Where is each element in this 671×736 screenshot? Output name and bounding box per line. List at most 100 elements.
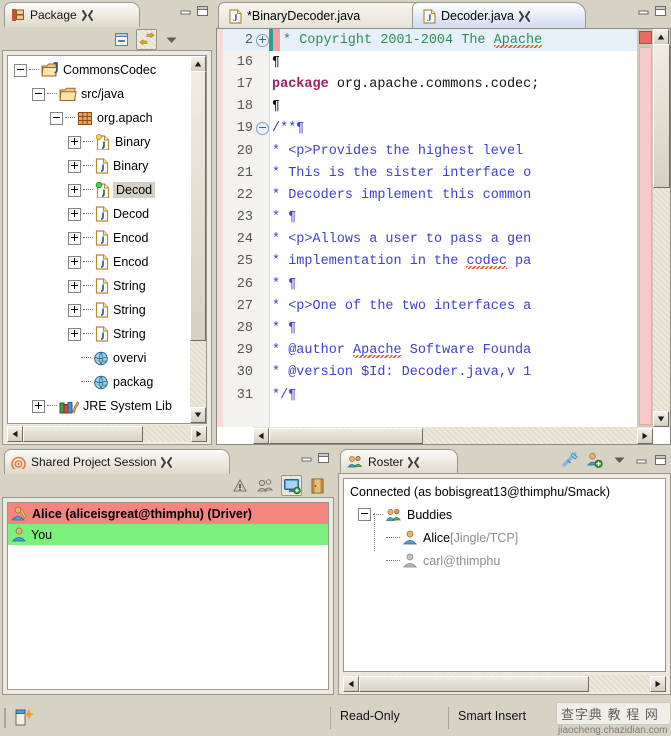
tree-item[interactable]: src/java [8,82,206,106]
tree-item[interactable]: packag [8,370,206,394]
tree-item[interactable]: String [8,274,206,298]
code-line[interactable]: 18 ¶ [223,96,637,118]
tab-shared-project-session[interactable]: Shared Project Session [4,449,230,474]
scroll-up-arrow[interactable] [190,56,206,72]
inconsistency-button[interactable] [229,475,250,496]
code-line[interactable]: 27 * <p>One of the two interfaces a [223,295,637,317]
roster-tree[interactable]: Connected (as bobisgreat13@thimphu/Smack… [343,478,666,672]
package-tree-vscrollbar[interactable] [190,56,206,423]
editor-tab-decoder[interactable]: J Decoder.java [412,2,586,29]
scroll-right-arrow[interactable] [637,428,653,444]
expand-icon[interactable] [68,327,81,341]
tree-item[interactable]: JRE System Lib [8,394,206,418]
participant-row[interactable]: You [8,524,328,545]
view-menu-button[interactable] [161,29,182,50]
collapse-icon[interactable] [14,63,27,77]
collapse-icon[interactable] [50,111,63,125]
code-line[interactable]: 23 * ¶ [223,207,637,229]
tree-item[interactable]: Binary [8,130,206,154]
expand-icon[interactable] [32,399,45,413]
add-user-button[interactable] [584,449,605,470]
expand-icon[interactable] [68,255,81,269]
minimize-button[interactable] [299,451,314,465]
editor-vscrollbar[interactable] [653,29,670,427]
leave-session-button[interactable] [307,475,328,496]
code-line[interactable]: 31 */¶ [223,384,637,406]
code-line[interactable]: 26 * ¶ [223,273,637,295]
scroll-left-arrow[interactable] [343,676,359,692]
tree-item[interactable]: Encod [8,250,206,274]
connect-button[interactable] [559,449,580,470]
expand-icon[interactable] [68,183,81,197]
package-tree-hscrollbar[interactable] [7,425,207,442]
tab-package-explorer[interactable]: Package [4,2,140,27]
expand-icon[interactable] [68,279,81,293]
expand-icon[interactable] [68,159,81,173]
scroll-up-arrow[interactable] [653,29,669,45]
link-with-editor-toggle[interactable] [136,29,157,50]
roster-item[interactable]: carl@thimphu [344,549,665,572]
code-line[interactable]: 2 * Copyright 2001-2004 The Apache [223,29,637,52]
error-marker[interactable] [639,31,652,44]
tree-item[interactable]: org.apach [8,106,206,130]
code-line[interactable]: 30 * @version $Id: Decoder.java,v 1 [223,362,637,384]
code-line[interactable]: 21 * This is the sister interface o [223,162,637,184]
collapse-icon[interactable] [32,87,45,101]
tree-item[interactable]: String [8,322,206,346]
hscroll-thumb[interactable] [359,676,589,692]
tree-item[interactable]: Binary [8,154,206,178]
minimize-button[interactable] [178,4,193,18]
scroll-left-arrow[interactable] [253,428,269,444]
code-line[interactable]: 28 * ¶ [223,317,637,339]
maximize-button[interactable] [653,4,668,18]
overview-ruler[interactable] [637,29,653,427]
close-icon[interactable] [408,456,420,468]
view-menu-button[interactable] [609,449,630,470]
fold-toggle[interactable] [256,122,269,136]
code-line[interactable]: 29 * @author Apache Software Founda [223,340,637,362]
tree-item[interactable]: String [8,298,206,322]
editor-hscrollbar[interactable] [253,427,653,444]
tree-item[interactable]: Decod [8,178,206,202]
share-screen-button[interactable] [281,475,302,496]
roster-hscrollbar[interactable] [343,675,666,692]
expand-icon[interactable] [68,303,81,317]
scroll-thumb[interactable] [190,71,206,341]
fold-expand-icon[interactable] [256,33,269,47]
expand-icon[interactable] [68,207,81,221]
follow-mode-button[interactable] [255,475,276,496]
tree-item[interactable]: overvi [8,346,206,370]
code-line[interactable]: 22 * Decoders implement this common [223,184,637,206]
roster-item[interactable]: Alice [Jingle/TCP] [344,526,665,549]
participant-row[interactable]: Alice (aliceisgreat@thimphu) (Driver) [8,503,328,524]
code-line[interactable]: 16 ¶ [223,51,637,73]
code-line[interactable]: 24 * <p>Allows a user to pass a gen [223,229,637,251]
expand-icon[interactable] [68,231,81,245]
code-line[interactable]: 20 * <p>Provides the highest level [223,140,637,162]
collapse-all-button[interactable] [111,29,132,50]
scroll-left-arrow[interactable] [7,426,23,442]
roster-item[interactable]: Buddies [344,503,665,526]
scroll-thumb[interactable] [653,44,670,188]
minimize-button[interactable] [636,4,651,18]
scroll-right-arrow[interactable] [650,676,666,692]
close-icon[interactable] [161,456,173,468]
package-tree[interactable]: CommonsCodec src/java org.apach Binary Binar… [7,55,207,424]
hscroll-thumb[interactable] [269,428,423,444]
scroll-down-arrow[interactable] [190,407,206,423]
maximize-button[interactable] [316,451,331,465]
code-view[interactable]: 2 * Copyright 2001-2004 The Apache 16 ¶ 17 p… [223,29,637,427]
expand-icon[interactable] [68,135,81,149]
scroll-right-arrow[interactable] [191,426,207,442]
code-line[interactable]: 25 * implementation in the codec pa [223,251,637,273]
tree-item[interactable]: Decod [8,202,206,226]
code-line[interactable]: 19 /**¶ [223,118,637,140]
minimize-button[interactable] [634,453,649,467]
code-line[interactable]: 17 package org.apache.commons.codec; [223,73,637,95]
collapse-icon[interactable] [358,508,371,521]
participants-list[interactable]: Alice (aliceisgreat@thimphu) (Driver) You [7,502,329,690]
tree-item[interactable]: CommonsCodec [8,58,206,82]
scroll-down-arrow[interactable] [653,411,669,427]
hscroll-thumb[interactable] [23,426,143,442]
fold-collapse-icon[interactable] [256,122,269,136]
